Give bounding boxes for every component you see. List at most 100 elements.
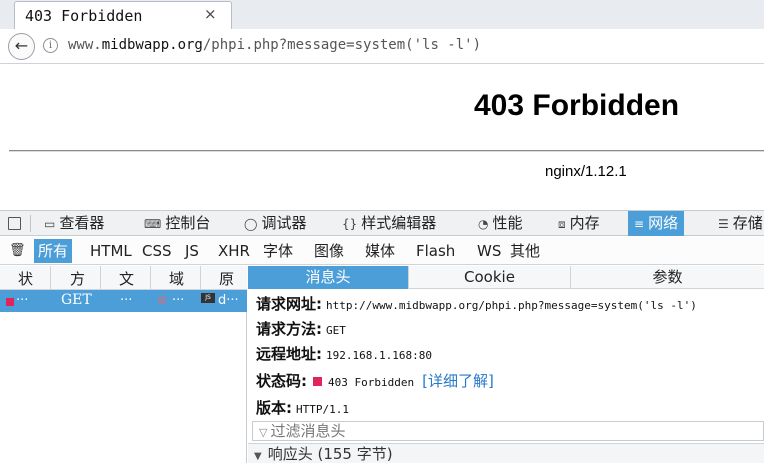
page-title: 403 Forbidden [474,89,680,122]
tab-label: 内存 [569,214,600,232]
tab-network[interactable]: ≡ 网络 [628,211,685,236]
request-list: 状 方 文 域 原 ··· GET ··· ⊘ ··· JS d··· [0,266,247,463]
request-url-row: 请求网址: http://www.midbwapp.org/phpi.php?me… [256,293,697,314]
request-url-value: http://www.midbwapp.org/phpi.php?message… [326,299,697,312]
filter-fonts[interactable]: 字体 [259,239,297,263]
tab-debugger[interactable]: ◯ 调试器 [244,211,306,236]
column-status[interactable]: 状 [18,268,33,289]
tab-strip: 403 Forbidden × [0,0,764,29]
page-content: 403 Forbidden nginx/1.12.1 [0,65,764,209]
url-bar[interactable]: www.midbwapp.org/phpi.php?message=system… [68,37,481,53]
column-domain[interactable]: 域 [169,268,184,289]
column-file[interactable]: 文 [119,268,134,289]
network-icon: ≡ [634,217,645,231]
filter-html[interactable]: HTML [86,239,136,263]
request-url-label: 请求网址: [256,295,322,313]
tab-label: 网络 [648,214,679,232]
filter-js[interactable]: JS [181,239,203,263]
tab-console[interactable]: ⌨ 控制台 [144,211,210,236]
js-badge-icon: JS [201,293,215,303]
devtools-toolbar: ▭ 查看器 ⌨ 控制台 ◯ 调试器 {} 样式编辑器 ◔ 性能 ⧈ 内存 ≡ 网络 ☰ 存储 [0,210,764,236]
tab-inspector[interactable]: ▭ 查看器 [44,211,104,236]
tab-label: 控制台 [165,214,211,232]
filter-placeholder: 过滤消息头 [270,422,346,440]
tab-storage[interactable]: ☰ 存储 [718,211,763,236]
navigation-bar: ← i www.midbwapp.org/phpi.php?message=sy… [0,29,764,64]
status-code-row: 状态码: 403 Forbidden [详细了解] [256,370,494,391]
row-domain: ··· [172,293,185,308]
tab-style-editor[interactable]: {} 样式编辑器 [342,211,436,236]
trash-icon[interactable]: 🗑 [9,243,26,258]
back-button[interactable]: ← [8,33,35,60]
response-headers-label: 响应头 (155 字节) [267,445,393,463]
network-filter-bar: 🗑 所有 HTML CSS JS XHR 字体 图像 媒体 Flash WS 其… [0,237,764,265]
remote-address-value: 192.168.1.168:80 [326,349,432,362]
filter-flash[interactable]: Flash [412,239,459,263]
status-indicator [313,377,322,386]
chevron-down-icon: ▼ [254,451,262,462]
performance-icon: ◔ [478,217,489,231]
browser-tab[interactable]: 403 Forbidden × [14,1,232,29]
filter-css[interactable]: CSS [138,239,176,263]
details-tabs: 消息头 Cookie 参数 [248,266,764,289]
filter-media[interactable]: 媒体 [361,239,399,263]
url-host: midbwapp.org [101,37,203,53]
filter-icon: ▽ [259,426,268,439]
status-code-label: 状态码: [256,372,307,390]
tab-label: 查看器 [59,214,105,232]
tab-performance[interactable]: ◔ 性能 [478,211,523,236]
column-method[interactable]: 方 [70,268,85,289]
request-method-row: 请求方法: GET [256,318,346,339]
row-cause: d··· [218,293,239,308]
tab-headers[interactable]: 消息头 [248,266,409,289]
row-method: GET [61,292,92,308]
status-code-value: 403 Forbidden [328,376,415,389]
column-cause[interactable]: 原 [219,268,234,289]
element-picker-icon[interactable] [8,217,21,230]
tab-label: 样式编辑器 [361,214,437,232]
filter-ws[interactable]: WS [473,239,505,263]
version-label: 版本: [256,399,292,417]
status-indicator [6,298,14,306]
server-signature: nginx/1.12.1 [545,163,627,180]
close-icon[interactable]: × [204,5,217,23]
debugger-icon: ◯ [244,217,258,231]
console-icon: ⌨ [144,217,162,231]
request-list-header: 状 方 文 域 原 [0,266,247,290]
memory-icon: ⧈ [558,217,566,231]
request-method-value: GET [326,324,346,337]
column-divider[interactable] [200,266,201,290]
filter-xhr[interactable]: XHR [214,239,254,263]
tab-title: 403 Forbidden [25,7,143,25]
column-divider[interactable] [150,266,151,290]
url-prefix: www. [68,37,102,53]
separator [30,215,31,232]
tab-label: 存储 [732,214,763,232]
learn-more-link[interactable]: [详细了解] [422,372,494,390]
table-row[interactable]: ··· GET ··· ⊘ ··· JS d··· [0,290,247,312]
filter-headers-input[interactable]: ▽ 过滤消息头 [252,421,764,441]
remote-address-row: 远程地址: 192.168.1.168:80 [256,343,432,364]
filter-all[interactable]: 所有 [34,239,73,263]
inspector-icon: ▭ [44,217,56,231]
column-divider[interactable] [100,266,101,290]
storage-icon: ☰ [718,217,729,231]
tab-params[interactable]: 参数 [571,266,764,289]
tab-cookies[interactable]: Cookie [409,266,571,289]
request-method-label: 请求方法: [256,320,322,338]
divider [9,150,764,152]
style-editor-icon: {} [342,217,358,231]
request-details: 消息头 Cookie 参数 请求网址: http://www.midbwapp.o… [248,266,764,463]
row-status: ··· [16,293,29,308]
filter-other[interactable]: 其他 [506,239,544,263]
tab-memory[interactable]: ⧈ 内存 [558,211,600,236]
filter-images[interactable]: 图像 [310,239,348,263]
column-divider[interactable] [50,266,51,290]
no-cache-icon: ⊘ [157,293,168,307]
row-file: ··· [120,293,133,308]
response-headers-section[interactable]: ▼ 响应头 (155 字节) [248,443,764,463]
version-value: HTTP/1.1 [296,403,349,416]
info-icon[interactable]: i [43,38,58,53]
tab-label: 调试器 [261,214,307,232]
version-row: 版本: HTTP/1.1 [256,397,349,418]
